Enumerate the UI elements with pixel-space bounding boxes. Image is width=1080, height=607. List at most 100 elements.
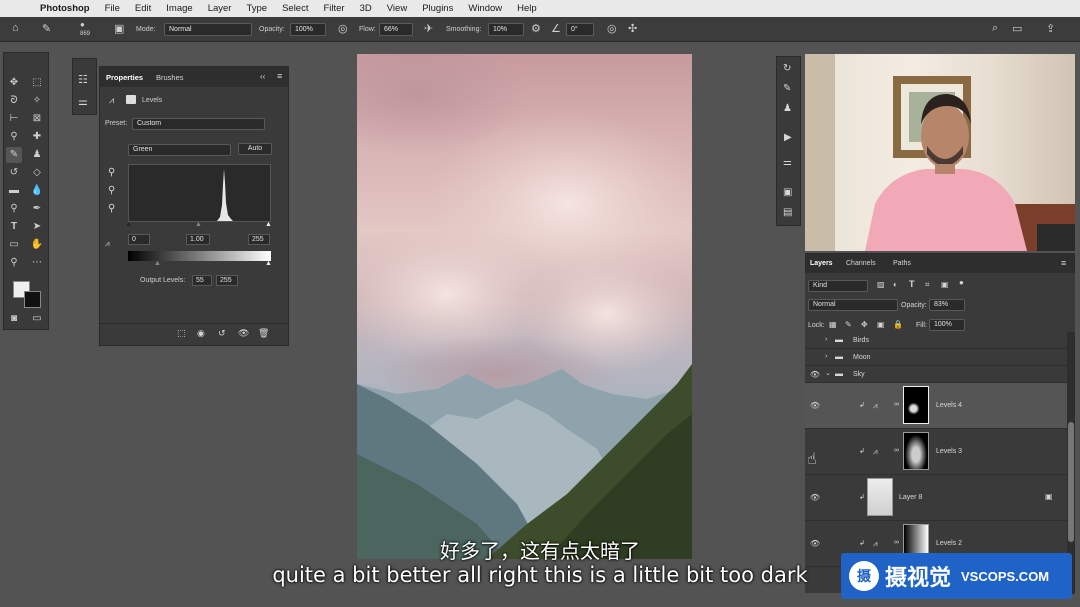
stamp-tool-icon[interactable]: ♟ [29,147,45,163]
symmetry-icon[interactable]: ✣ [628,22,637,35]
layer-row-moon[interactable]: › ▬ Moon [805,349,1067,366]
pressure-size-icon[interactable]: ◎ [607,22,617,35]
menu-type[interactable]: Type [246,3,267,14]
layer-mask-thumbnail[interactable] [903,432,929,470]
blend-mode-select[interactable]: Normal [808,299,898,311]
tab-layers[interactable]: Layers [810,260,833,267]
filter-toggle-icon[interactable]: ● [959,278,964,287]
layer-thumbnail[interactable] [867,478,893,516]
adjustments-panel-icon[interactable]: ⚌ [78,95,88,108]
view-previous-icon[interactable]: ◉ [197,328,205,339]
fill-field[interactable]: 100% [929,319,965,331]
opacity-field[interactable]: 100% [290,23,326,36]
channel-select[interactable]: Green [128,144,231,156]
actions-play-icon[interactable]: ▶ [784,132,792,143]
history-brush-tool-icon[interactable]: ↺ [6,165,22,181]
gray-point-eyedropper-icon[interactable]: ⚲ [108,185,115,196]
expand-chevron-icon[interactable]: › [825,353,827,360]
black-point-eyedropper-icon[interactable]: ⚲ [108,167,115,178]
filter-pixel-icon[interactable]: ▨ [877,280,885,289]
tab-paths[interactable]: Paths [893,260,911,267]
output-white-slider[interactable]: ▲ [265,260,272,267]
brush-tool-active-icon[interactable]: ✎ [6,147,22,163]
marquee-tool-icon[interactable]: ⬚ [29,75,45,91]
output-black-field[interactable]: 55 [192,275,212,286]
background-color-swatch[interactable] [24,291,41,308]
type-tool-icon[interactable]: T [6,219,22,235]
dodge-tool-icon[interactable]: ⚲ [6,201,22,217]
history-panel-icon[interactable]: ↻ [783,63,791,74]
lock-position-icon[interactable]: ✥ [861,320,868,329]
menu-layer[interactable]: Layer [208,3,232,14]
move-tool-icon[interactable]: ✥ [6,75,22,91]
notes-panel-icon[interactable]: ▤ [783,207,792,218]
layer-row-sky[interactable]: 👁 ⌄ ▬ Sky [805,366,1067,383]
workspace-icon[interactable]: ▭ [1012,22,1022,35]
clone-source-panel-icon[interactable]: ♟ [783,103,792,114]
visibility-icon[interactable]: 👁 [238,328,249,339]
tab-channels[interactable]: Channels [846,260,876,267]
brush-settings-panel-icon[interactable]: ✎ [783,83,791,94]
quick-mask-icon[interactable]: ◙ [6,311,22,327]
output-black-slider[interactable]: ▲ [154,260,161,267]
menu-image[interactable]: Image [166,3,192,14]
pen-tool-icon[interactable]: ✒ [29,201,45,217]
libraries-panel-icon[interactable]: ▣ [783,187,792,198]
properties-panel-icon[interactable]: ☷ [78,73,88,86]
healing-tool-icon[interactable]: ✚ [29,129,45,145]
eraser-tool-icon[interactable]: ◇ [29,165,45,181]
input-white-field[interactable]: 255 [248,234,270,245]
layer-filter-select[interactable]: Kind [808,280,868,292]
home-icon[interactable]: ⌂ [12,22,19,34]
layer-mask-thumbnail[interactable] [903,386,929,424]
visibility-eye-icon[interactable]: 👁 [809,401,821,410]
airbrush-icon[interactable]: ✈ [424,22,433,35]
output-white-field[interactable]: 255 [216,275,238,286]
auto-button[interactable]: Auto [238,143,272,155]
layer-row-levels-3[interactable]: ↲ ⩘ ∞ Levels 3 [805,429,1067,475]
layers-menu-icon[interactable]: ≡ [1061,258,1066,268]
tab-properties[interactable]: Properties [106,73,143,82]
lock-artboard-icon[interactable]: ▣ [877,320,885,329]
screen-mode-icon[interactable]: ▭ [29,311,45,327]
clip-to-layer-icon[interactable]: ⬚ [177,328,186,339]
mask-icon[interactable] [126,95,136,104]
panel-menu-icon[interactable]: ≡ [277,71,282,81]
menu-select[interactable]: Select [282,3,308,14]
lock-all-icon[interactable]: 🔒 [893,320,903,329]
frame-tool-icon[interactable]: ⊠ [29,111,45,127]
path-select-tool-icon[interactable]: ➤ [29,219,45,235]
brush-tool-icon[interactable]: ✎ [42,22,51,35]
lasso-tool-icon[interactable]: ᘐ [6,93,22,109]
brush-preset-icon[interactable]: ● [80,20,85,29]
input-mid-field[interactable]: 1.00 [186,234,210,245]
input-black-slider[interactable]: ▲ [125,221,132,228]
menu-plugins[interactable]: Plugins [422,3,453,14]
hand-tool-icon[interactable]: ✋ [29,237,45,253]
expand-chevron-icon[interactable]: › [825,336,827,343]
layers-scrollbar-thumb[interactable] [1068,422,1074,542]
flow-field[interactable]: 66% [379,23,413,36]
filter-type-icon[interactable]: T [909,279,915,289]
tab-brushes[interactable]: Brushes [156,73,184,82]
crop-tool-icon[interactable]: ⊢ [6,111,22,127]
reset-icon[interactable]: ↺ [218,328,226,339]
gradient-tool-icon[interactable]: ▬ [6,183,22,199]
menu-view[interactable]: View [387,3,407,14]
angle-field[interactable]: 0° [566,23,594,36]
menu-edit[interactable]: Edit [135,3,151,14]
layer-row-birds[interactable]: › ▬ Birds [805,332,1067,349]
preset-select[interactable]: Custom [132,118,265,130]
blur-tool-icon[interactable]: 💧 [29,183,45,199]
collapse-chevron-icon[interactable]: ⌄ [825,369,831,377]
link-chain-icon[interactable]: ∞ [894,447,899,454]
lock-transparency-icon[interactable]: ▦ [829,320,837,329]
input-black-field[interactable]: 0 [128,234,150,245]
pressure-opacity-icon[interactable]: ◎ [338,22,348,35]
delete-icon[interactable]: 🗑 [258,328,269,339]
brush-settings-icon[interactable]: ▣ [114,22,124,35]
menu-filter[interactable]: Filter [323,3,344,14]
rectangle-tool-icon[interactable]: ▭ [6,237,22,253]
filter-smart-object-icon[interactable]: ▣ [941,280,949,289]
layer-row-levels-4[interactable]: 👁 ↲ ⩘ ∞ Levels 4 [805,383,1067,429]
